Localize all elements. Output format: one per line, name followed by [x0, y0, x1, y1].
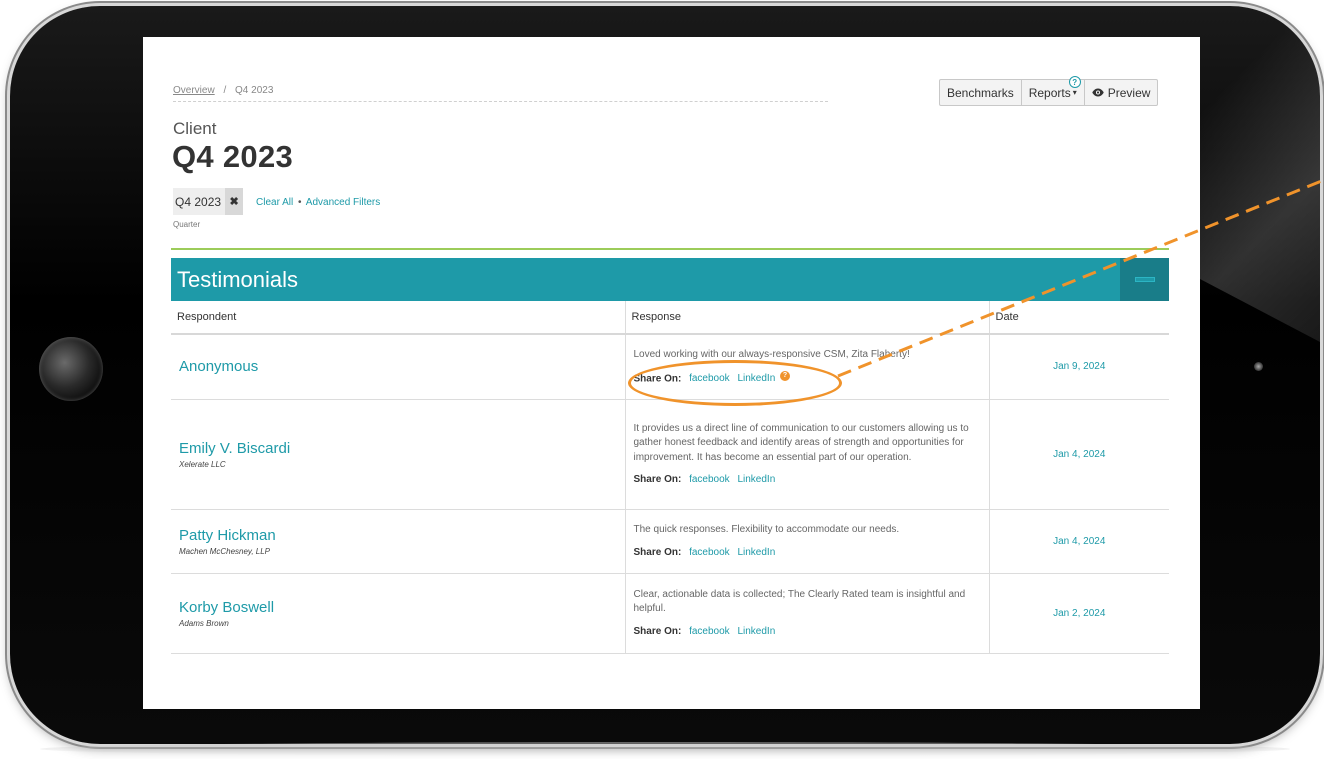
share-linkedin-link[interactable]: LinkedIn	[737, 547, 775, 558]
respondent-cell: Korby Boswell Adams Brown	[171, 573, 625, 654]
home-button	[39, 337, 103, 401]
response-text: It provides us a direct line of communic…	[633, 422, 969, 463]
date-cell: Jan 2, 2024	[989, 573, 1169, 654]
breadcrumb-separator: /	[223, 85, 227, 96]
breadcrumb-overview-link[interactable]: Overview	[173, 85, 215, 96]
reports-button[interactable]: Reports ▾ ?	[1022, 76, 1085, 105]
response-cell: Clear, actionable data is collected; The…	[624, 573, 990, 654]
testimonials-table: Respondent Response Date Anonymous Loved…	[171, 301, 1169, 654]
response-text: Loved working with our always-responsive…	[633, 349, 910, 361]
annotation-highlight-ellipse	[628, 360, 842, 406]
page-title: Q4 2023	[172, 139, 294, 174]
caret-down-icon: ▾	[1072, 88, 1077, 97]
respondent-name[interactable]: Korby Boswell	[179, 599, 625, 616]
response-cell: The quick responses. Flexibility to acco…	[624, 509, 990, 574]
date-cell: Jan 4, 2024	[989, 509, 1169, 574]
filter-links: Clear All • Advanced Filters	[256, 197, 380, 208]
table-header-row: Respondent Response Date	[171, 301, 1169, 335]
respondent-name[interactable]: Emily V. Biscardi	[179, 440, 625, 457]
respondent-name[interactable]: Anonymous	[179, 358, 625, 375]
section-divider	[171, 248, 1169, 250]
respondent-company: Adams Brown	[179, 618, 229, 628]
preview-label: Preview	[1107, 85, 1151, 100]
share-linkedin-link[interactable]: LinkedIn	[737, 626, 775, 637]
share-linkedin-link[interactable]: LinkedIn	[737, 474, 775, 485]
date-cell: Jan 9, 2024	[989, 334, 1169, 400]
table-row: Korby Boswell Adams Brown Clear, actiona…	[171, 573, 1169, 654]
filter-chip-value: Q4 2023	[175, 194, 222, 209]
respondent-cell: Emily V. Biscardi Xelerate LLC	[171, 399, 625, 510]
table-row: Patty Hickman Machen McChesney, LLP The …	[171, 509, 1169, 574]
advanced-filters-link[interactable]: Advanced Filters	[306, 197, 380, 208]
filter-chip: Q4 2023 ✖	[173, 188, 244, 215]
tablet-reflection	[40, 742, 1290, 756]
response-text: The quick responses. Flexibility to acco…	[633, 524, 900, 535]
share-on: Share On: facebook LinkedIn	[634, 473, 981, 488]
share-on: Share On: facebook LinkedIn	[634, 625, 981, 640]
client-label: Client	[173, 119, 217, 138]
filter-chip-caption: Quarter	[173, 220, 201, 229]
toolbar-button-group: Benchmarks Reports ▾ ? Preview	[939, 76, 1159, 106]
table-row: Emily V. Biscardi Xelerate LLC It provid…	[171, 399, 1169, 510]
collapse-panel-button[interactable]	[1120, 258, 1169, 301]
benchmarks-button[interactable]: Benchmarks	[940, 80, 1022, 105]
share-facebook-link[interactable]: facebook	[689, 547, 730, 558]
date-cell: Jan 4, 2024	[989, 399, 1169, 510]
help-icon[interactable]: ?	[1068, 76, 1081, 88]
share-label: Share On:	[633, 625, 682, 637]
share-label: Share On:	[633, 474, 682, 485]
column-header-respondent: Respondent	[171, 301, 625, 335]
preview-button[interactable]: Preview	[1085, 80, 1158, 105]
respondent-company: Machen McChesney, LLP	[179, 546, 271, 556]
share-on: Share On: facebook LinkedIn	[634, 546, 981, 561]
panel-title: Testimonials	[177, 266, 299, 292]
eye-icon	[1092, 88, 1104, 97]
respondent-company: Xelerate LLC	[179, 459, 226, 469]
column-header-response: Response	[624, 301, 990, 335]
column-header-date: Date	[989, 301, 1169, 335]
minus-icon	[1134, 277, 1155, 282]
response-text: Clear, actionable data is collected; The…	[633, 588, 966, 615]
respondent-name[interactable]: Patty Hickman	[179, 527, 625, 544]
remove-filter-icon[interactable]: ✖	[225, 188, 244, 215]
testimonials-panel-header: Testimonials	[171, 258, 1169, 301]
breadcrumb: Overview / Q4 2023	[173, 85, 828, 102]
share-facebook-link[interactable]: facebook	[689, 626, 730, 637]
respondent-cell: Patty Hickman Machen McChesney, LLP	[171, 509, 625, 574]
breadcrumb-current: Q4 2023	[235, 85, 274, 96]
share-label: Share On:	[633, 546, 682, 558]
camera-dot	[1254, 362, 1263, 371]
share-facebook-link[interactable]: facebook	[689, 474, 730, 485]
respondent-cell: Anonymous	[171, 334, 625, 400]
response-cell: It provides us a direct line of communic…	[624, 399, 990, 510]
clear-all-link[interactable]: Clear All	[256, 197, 293, 208]
reports-label: Reports	[1028, 85, 1071, 100]
filter-links-separator: •	[298, 197, 302, 208]
